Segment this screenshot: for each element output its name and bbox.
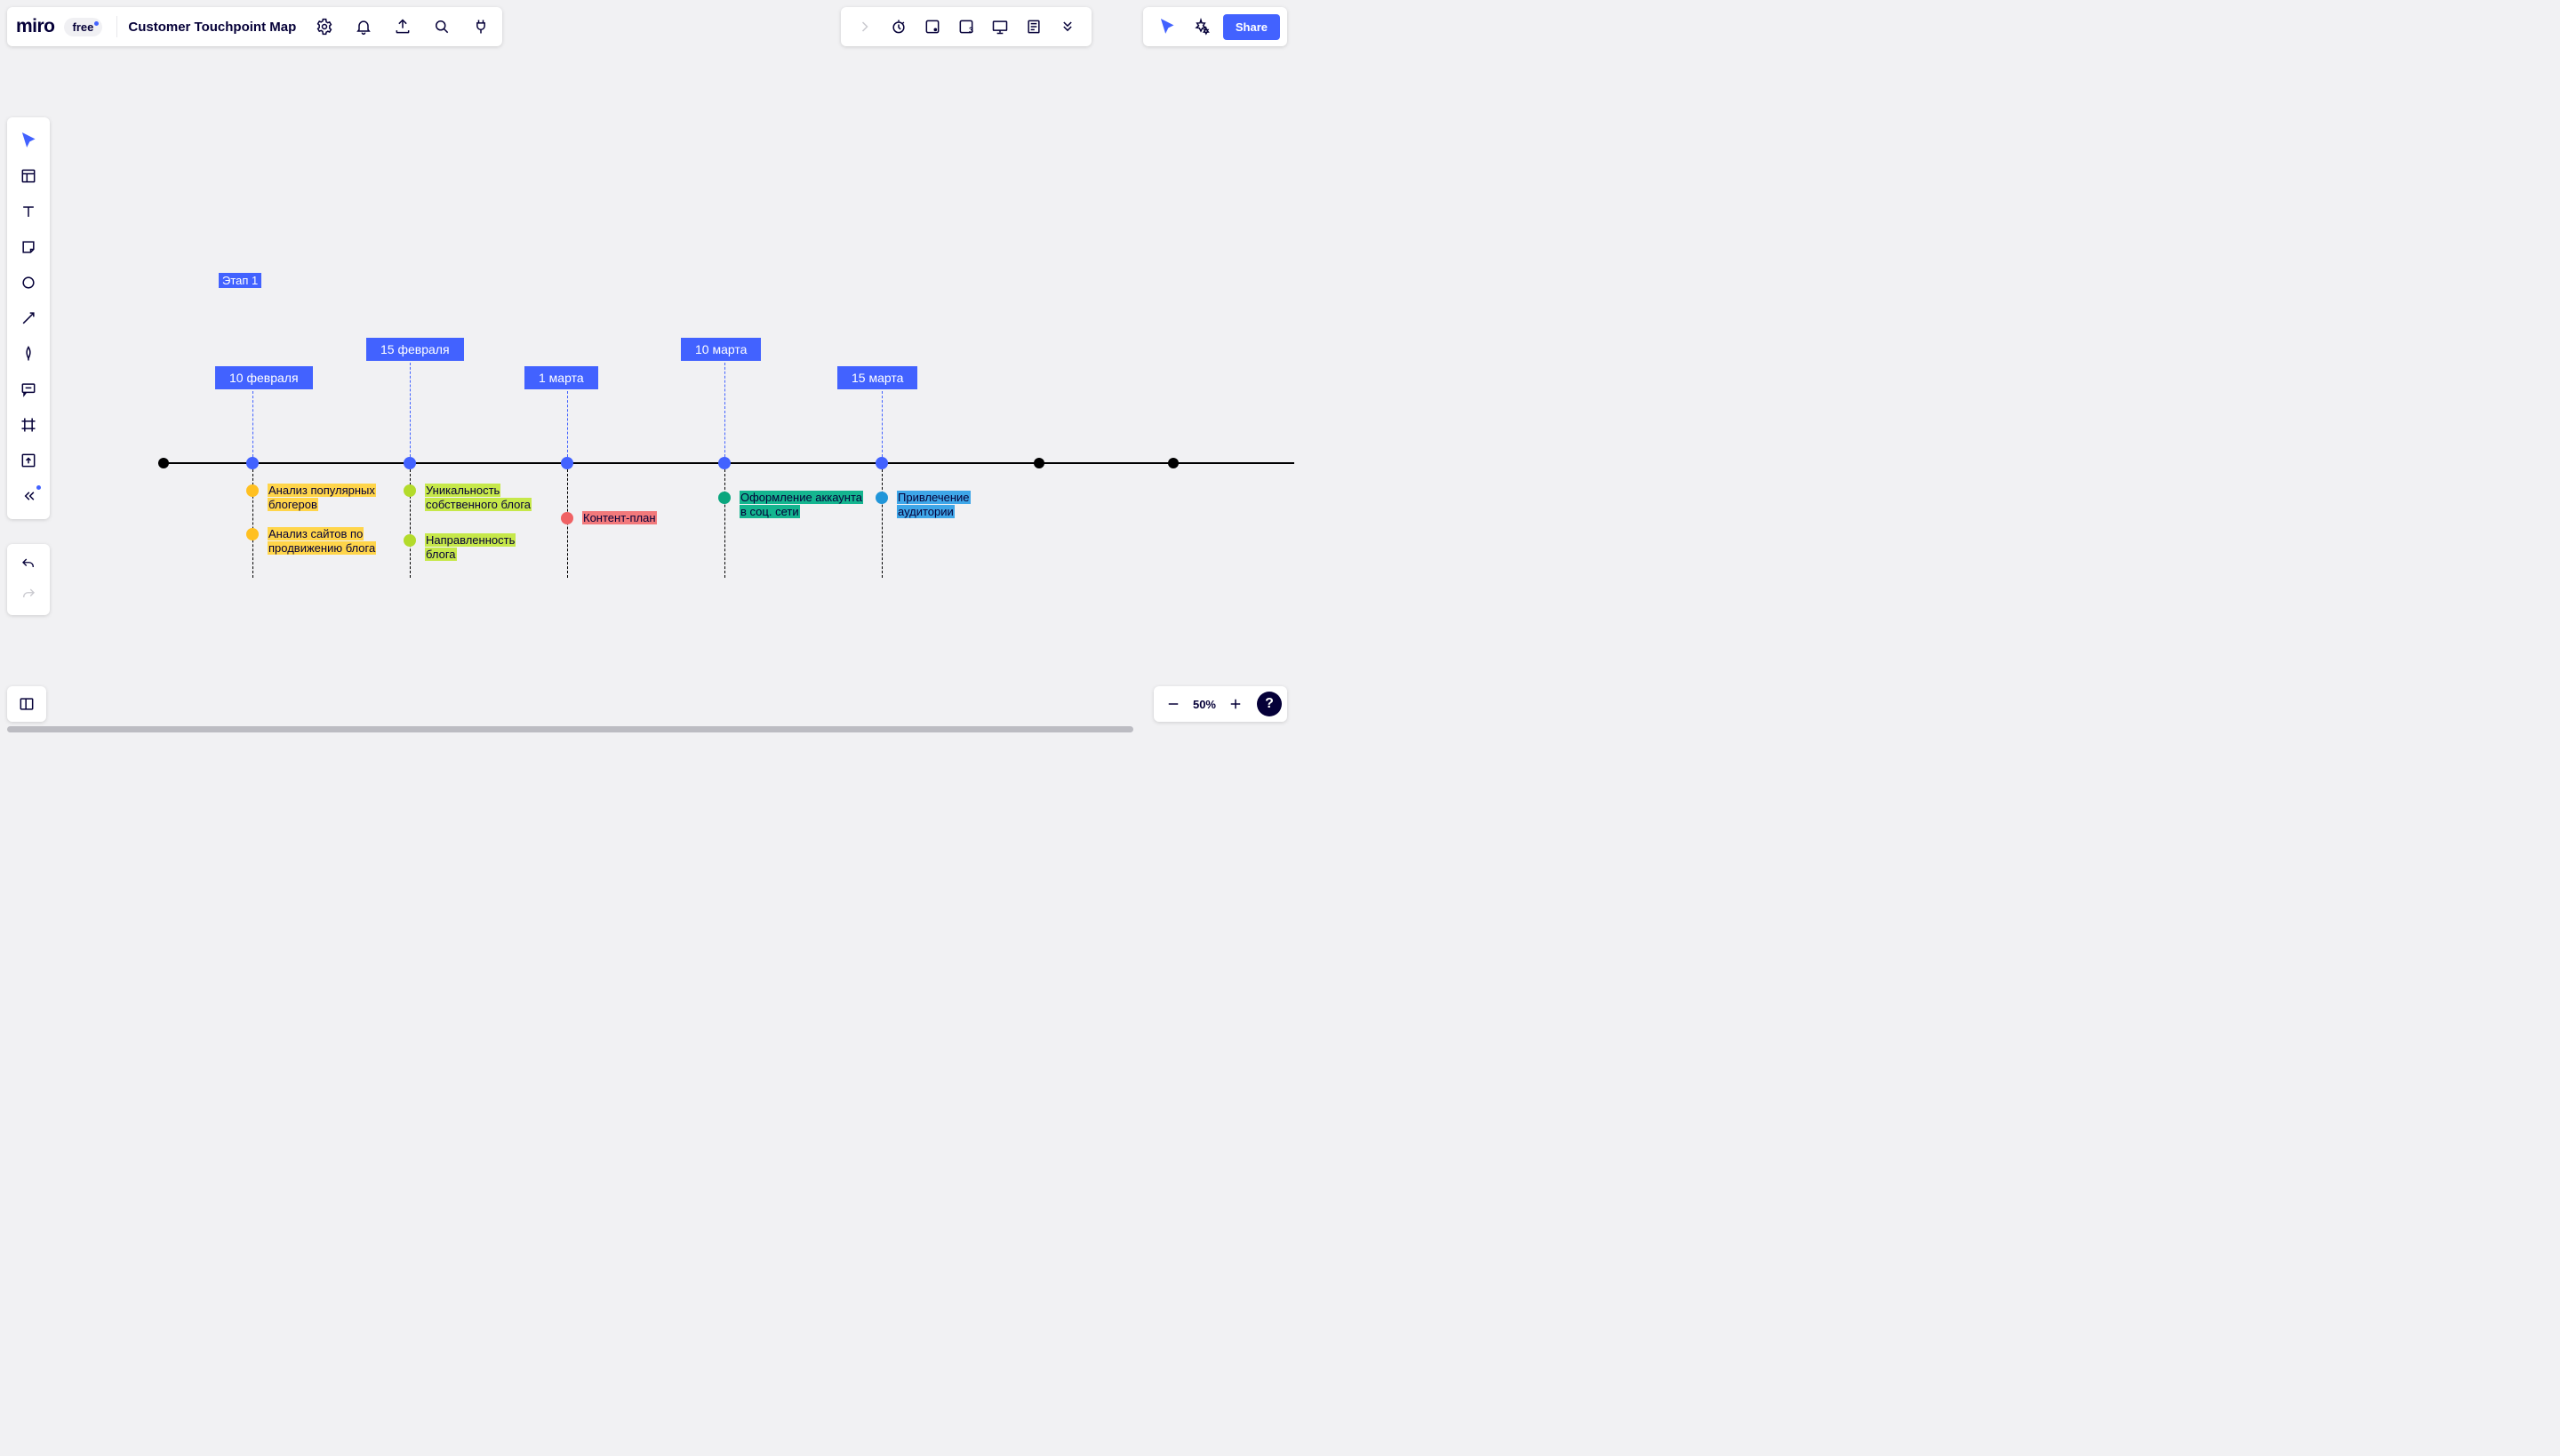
timeline-item[interactable]: Анализ популярных блогеров — [246, 484, 387, 512]
axis-start-dot[interactable] — [158, 458, 169, 468]
date-flag[interactable]: 15 марта — [837, 366, 917, 389]
item-bullet — [246, 484, 259, 497]
item-bullet — [561, 512, 573, 524]
canvas[interactable]: Этап 1 10 февраля Анализ популярных блоге… — [0, 0, 1294, 736]
connector-up — [567, 391, 568, 457]
axis-future-dot[interactable] — [1168, 458, 1179, 468]
date-flag[interactable]: 1 марта — [524, 366, 598, 389]
axis-future-dot[interactable] — [1034, 458, 1044, 468]
timeline-node[interactable] — [561, 457, 573, 469]
timeline-item[interactable]: Оформление аккаунта в соц. сети — [718, 491, 868, 519]
timeline-item[interactable]: Уникальность собственного блога — [404, 484, 544, 512]
item-label: Уникальность собственного блога — [425, 484, 540, 512]
connector-up — [724, 363, 725, 457]
item-bullet — [404, 484, 416, 497]
timeline-node[interactable] — [876, 457, 888, 469]
timeline-node[interactable] — [404, 457, 416, 469]
date-flag[interactable]: 15 февраля — [366, 338, 464, 361]
connector-down — [724, 469, 725, 578]
connector-up — [410, 363, 411, 457]
item-label: Оформление аккаунта в соц. сети — [740, 491, 864, 519]
item-label: Контент-план — [582, 511, 657, 525]
item-bullet — [404, 534, 416, 547]
date-flag[interactable]: 10 марта — [681, 338, 761, 361]
stage-label[interactable]: Этап 1 — [219, 273, 261, 288]
connector-down — [882, 469, 883, 578]
item-label: Направленность блога — [425, 533, 540, 562]
item-bullet — [718, 492, 731, 504]
connector-up — [252, 391, 253, 457]
item-bullet — [876, 492, 888, 504]
item-label: Привлечение аудитории — [897, 491, 986, 519]
item-label: Анализ сайтов по продвижению блога — [268, 527, 383, 556]
item-label: Анализ популярных блогеров — [268, 484, 383, 512]
timeline-item[interactable]: Направленность блога — [404, 533, 544, 562]
item-bullet — [246, 528, 259, 540]
date-flag[interactable]: 10 февраля — [215, 366, 313, 389]
connector-up — [882, 391, 883, 457]
timeline-item[interactable]: Контент-план — [561, 511, 675, 525]
timeline-node[interactable] — [246, 457, 259, 469]
timeline-item[interactable]: Привлечение аудитории — [876, 491, 989, 519]
timeline-item[interactable]: Анализ сайтов по продвижению блога — [246, 527, 387, 556]
timeline-node[interactable] — [718, 457, 731, 469]
